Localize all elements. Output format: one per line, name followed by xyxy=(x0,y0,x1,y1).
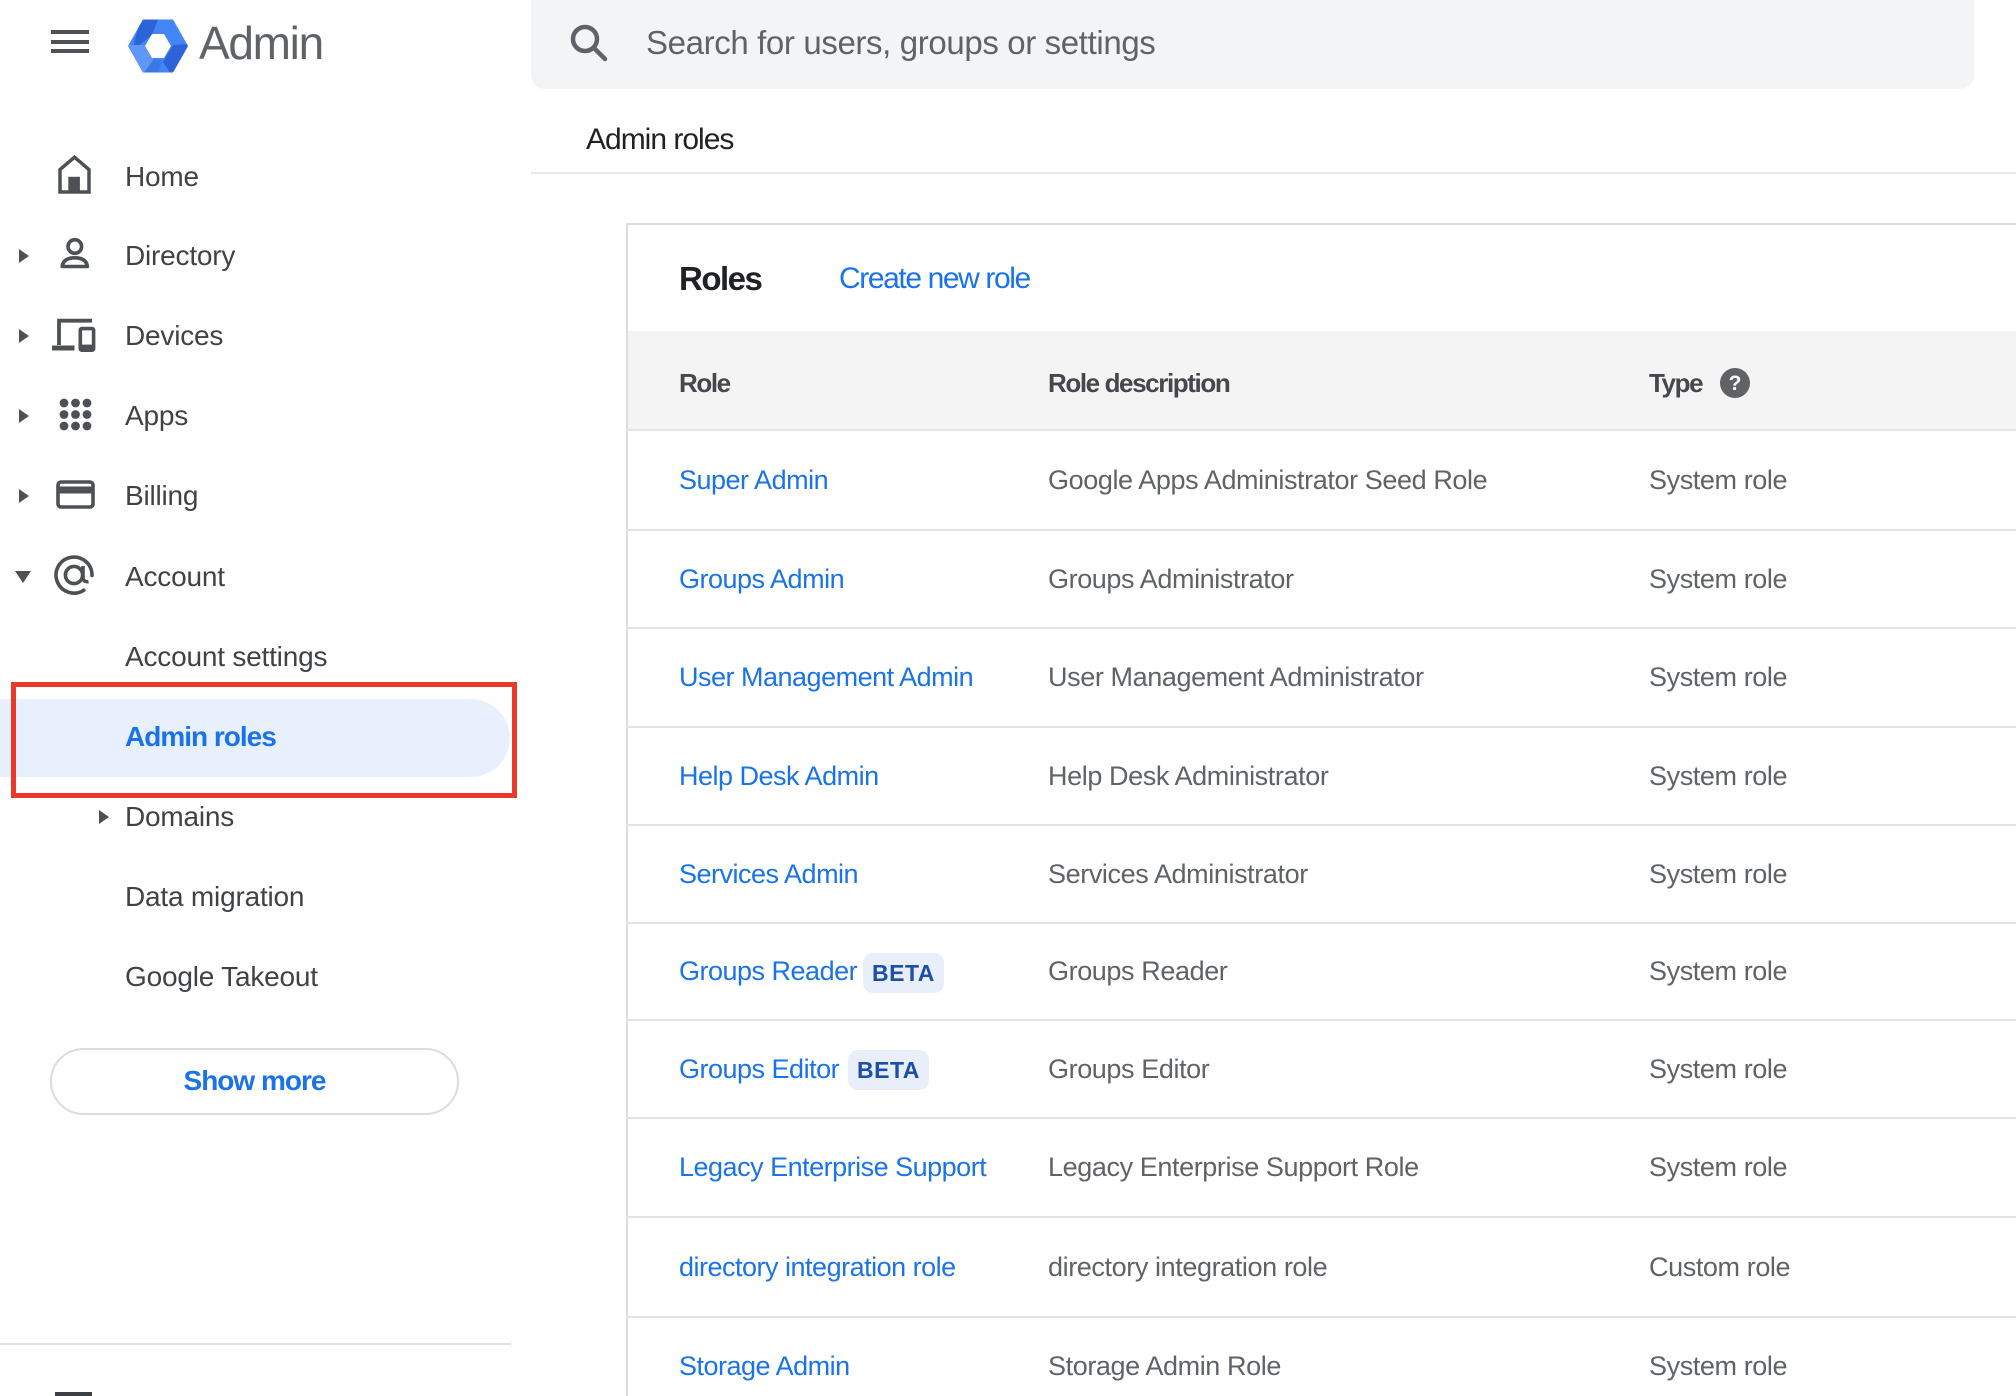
svg-text:?: ? xyxy=(1729,372,1742,395)
